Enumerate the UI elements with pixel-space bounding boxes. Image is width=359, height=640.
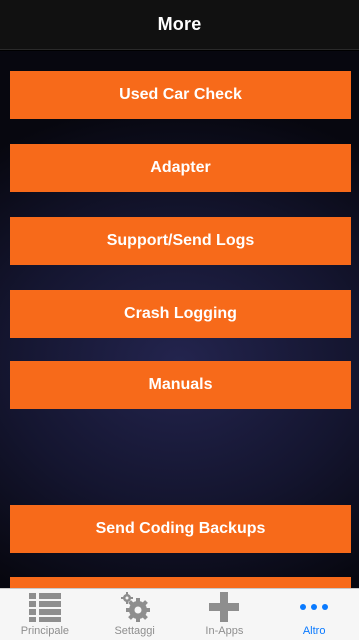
adapter-button[interactable]: Adapter: [10, 144, 351, 192]
gear-icon: [117, 589, 153, 625]
tab-label: Principale: [20, 625, 70, 637]
tab-label: Altro: [302, 625, 326, 637]
menu-content[interactable]: Used Car Check Adapter Support/Send Logs…: [0, 51, 359, 588]
tab-altro[interactable]: Altro: [269, 589, 359, 640]
partial-menu-button[interactable]: [10, 577, 351, 588]
page-title: More: [157, 14, 202, 34]
tab-bar: Principale Settaggi In-Apps Altro: [0, 588, 359, 640]
crash-logging-button[interactable]: Crash Logging: [10, 290, 351, 338]
navigation-bar: More: [0, 0, 359, 50]
list-icon: [27, 589, 63, 625]
plus-icon: [206, 589, 242, 625]
manuals-button[interactable]: Manuals: [10, 361, 351, 409]
used-car-check-button[interactable]: Used Car Check: [10, 71, 351, 119]
tab-in-apps[interactable]: In-Apps: [180, 589, 270, 640]
tab-settaggi[interactable]: Settaggi: [90, 589, 180, 640]
send-coding-backups-button[interactable]: Send Coding Backups: [10, 505, 351, 553]
support-send-logs-button[interactable]: Support/Send Logs: [10, 217, 351, 265]
more-dots-icon: [296, 589, 332, 625]
tab-label: In-Apps: [205, 625, 244, 637]
tab-principale[interactable]: Principale: [0, 589, 90, 640]
tab-label: Settaggi: [114, 625, 155, 637]
